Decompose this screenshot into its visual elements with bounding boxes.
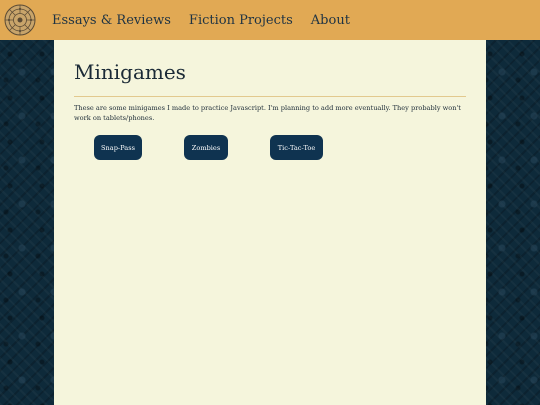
nav-links: Essays & Reviews Fiction Projects About	[52, 0, 368, 40]
tic-tac-toe-button[interactable]: Tic-Tac-Toe	[270, 135, 323, 160]
snap-pass-button[interactable]: Snap-Pass	[94, 135, 142, 160]
nav-link-essays-reviews[interactable]: Essays & Reviews	[52, 13, 171, 28]
title-divider	[74, 96, 466, 97]
intro-text: These are some minigames I made to pract…	[74, 104, 461, 122]
logo-icon[interactable]	[4, 4, 36, 36]
nav-link-about[interactable]: About	[311, 13, 350, 28]
page-title: Minigames	[74, 60, 186, 84]
content-panel: Minigames These are some minigames I mad…	[54, 40, 486, 405]
zombies-button[interactable]: Zombies	[184, 135, 228, 160]
nav-link-fiction-projects[interactable]: Fiction Projects	[189, 13, 293, 28]
site-navbar: Essays & Reviews Fiction Projects About	[0, 0, 540, 40]
